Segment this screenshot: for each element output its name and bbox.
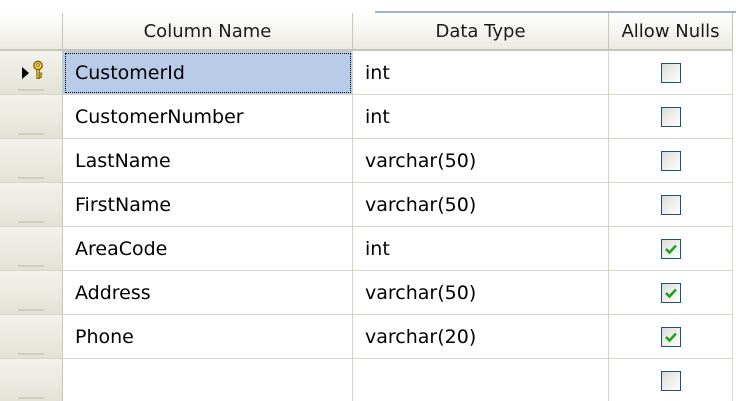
- table-row[interactable]: FirstName varchar(50): [0, 183, 736, 227]
- data-type-cell[interactable]: int: [353, 227, 609, 271]
- row-selector[interactable]: [0, 95, 63, 139]
- checkmark-icon: [664, 288, 677, 298]
- allow-nulls-checkbox[interactable]: [660, 106, 681, 127]
- table-row-new[interactable]: [0, 359, 736, 401]
- allow-nulls-cell: [609, 183, 733, 227]
- allow-nulls-cell: [609, 227, 733, 271]
- grid-header: Column Name Data Type Allow Nulls: [0, 13, 736, 51]
- allow-nulls-cell: [609, 95, 733, 139]
- row-selector[interactable]: [0, 359, 63, 401]
- column-name-header[interactable]: Column Name: [63, 13, 353, 51]
- data-type-cell[interactable]: varchar(50): [353, 183, 609, 227]
- table-row[interactable]: Address varchar(50): [0, 271, 736, 315]
- column-name-cell[interactable]: CustomerNumber: [63, 95, 353, 139]
- row-selector[interactable]: [0, 139, 63, 183]
- row-selector-header[interactable]: [0, 13, 63, 51]
- table-row[interactable]: Phone varchar(20): [0, 315, 736, 359]
- column-name-cell[interactable]: Address: [63, 271, 353, 315]
- allow-nulls-checkbox[interactable]: [660, 326, 681, 347]
- row-selector[interactable]: [0, 227, 63, 271]
- column-name-cell[interactable]: CustomerId: [63, 51, 353, 95]
- row-selector[interactable]: [0, 183, 63, 227]
- column-name-cell[interactable]: LastName: [63, 139, 353, 183]
- allow-nulls-checkbox[interactable]: [660, 282, 681, 303]
- allow-nulls-checkbox[interactable]: [660, 62, 681, 83]
- allow-nulls-cell: [609, 271, 733, 315]
- column-name-cell[interactable]: [63, 359, 353, 401]
- arrow-icon: [22, 66, 29, 79]
- allow-nulls-cell: [609, 51, 733, 95]
- grid-rows: CustomerId int CustomerNumber int LastNa…: [0, 51, 736, 401]
- allow-nulls-checkbox[interactable]: [660, 370, 681, 391]
- allow-nulls-header[interactable]: Allow Nulls: [609, 13, 733, 51]
- column-name-cell[interactable]: Phone: [63, 315, 353, 359]
- row-selector[interactable]: [0, 51, 63, 95]
- column-name-cell[interactable]: FirstName: [63, 183, 353, 227]
- checkmark-icon: [664, 332, 677, 342]
- table-row[interactable]: CustomerId int: [0, 51, 736, 95]
- key-icon: [31, 60, 45, 85]
- column-name-cell[interactable]: AreaCode: [63, 227, 353, 271]
- allow-nulls-cell: [609, 139, 733, 183]
- allow-nulls-checkbox[interactable]: [660, 238, 681, 259]
- data-type-cell[interactable]: varchar(50): [353, 139, 609, 183]
- allow-nulls-checkbox[interactable]: [660, 150, 681, 171]
- table-row[interactable]: CustomerNumber int: [0, 95, 736, 139]
- table-row[interactable]: LastName varchar(50): [0, 139, 736, 183]
- row-selector[interactable]: [0, 271, 63, 315]
- data-type-header[interactable]: Data Type: [353, 13, 609, 51]
- checkmark-icon: [664, 244, 677, 254]
- data-type-cell[interactable]: int: [353, 51, 609, 95]
- allow-nulls-cell: [609, 359, 733, 401]
- row-selector[interactable]: [0, 315, 63, 359]
- data-type-cell[interactable]: varchar(50): [353, 271, 609, 315]
- table-row[interactable]: AreaCode int: [0, 227, 736, 271]
- allow-nulls-cell: [609, 315, 733, 359]
- table-designer-grid: Column Name Data Type Allow Nulls Custom…: [0, 0, 736, 401]
- allow-nulls-checkbox[interactable]: [660, 194, 681, 215]
- data-type-cell[interactable]: [353, 359, 609, 401]
- data-type-cell[interactable]: varchar(20): [353, 315, 609, 359]
- data-type-cell[interactable]: int: [353, 95, 609, 139]
